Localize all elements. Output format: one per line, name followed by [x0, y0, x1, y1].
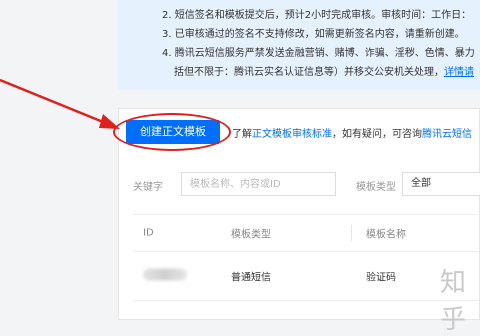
template-type-select[interactable]: 全部 — [402, 172, 480, 196]
template-table: ID 模板类型 模板名称 普通短信 验证码 — [133, 214, 480, 301]
annotation-arrow-icon — [0, 78, 120, 129]
template-id-cell — [143, 268, 187, 284]
notice-item: 括但不限于：腾讯云实名认证信息等）并移交公安机关处理，详情请 — [162, 63, 480, 82]
help-middle: ，如有疑问，可咨询 — [332, 129, 422, 140]
template-type-label: 模板类型 — [356, 182, 396, 193]
column-header-id: ID — [143, 227, 154, 239]
keyword-search-input[interactable] — [181, 172, 336, 196]
column-header-name: 模板名称 — [366, 229, 406, 241]
table-row[interactable]: 普通短信 验证码 — [133, 252, 480, 301]
table-header: ID 模板类型 模板名称 — [133, 214, 480, 252]
notice-item: 3. 已审核通过的签名不支持修改，如需更新签名内容，请重新创建。 — [162, 29, 465, 40]
help-text: 了解正文模板审核标准，如有疑问，可咨询腾讯云短信 — [232, 125, 472, 140]
notice-item: 2. 短信签名和模板提交后，预计2小时完成审核。审核时间：工作日： — [162, 10, 472, 21]
details-link[interactable]: 详情请 — [444, 67, 474, 78]
notice-item-text: 括但不限于：腾讯云实名认证信息等）并移交公安机关处理， — [174, 67, 444, 78]
template-type-cell: 普通短信 — [231, 272, 271, 284]
review-standard-link[interactable]: 正文模板审核标准 — [252, 129, 332, 140]
column-divider — [351, 225, 352, 241]
consult-link[interactable]: 腾讯云短信 — [422, 129, 472, 140]
keyword-label: 关键字 — [133, 182, 163, 193]
redacted-id — [143, 268, 187, 281]
template-type-value: 全部 — [411, 178, 431, 189]
annotation-circle — [113, 113, 231, 151]
notice-item: 4. 腾讯云短信服务严禁发送金融营销、赌博、诈骗、淫秽、色情、暴力 — [162, 48, 475, 59]
help-prefix: 了解 — [232, 129, 252, 140]
column-header-type: 模板类型 — [231, 229, 271, 241]
template-name-cell: 验证码 — [366, 272, 396, 284]
notice-panel: 2. 短信签名和模板提交后，预计2小时完成审核。审核时间：工作日： 3. 已审核… — [118, 0, 480, 90]
zhihu-watermark: 知乎 — [440, 268, 469, 335]
